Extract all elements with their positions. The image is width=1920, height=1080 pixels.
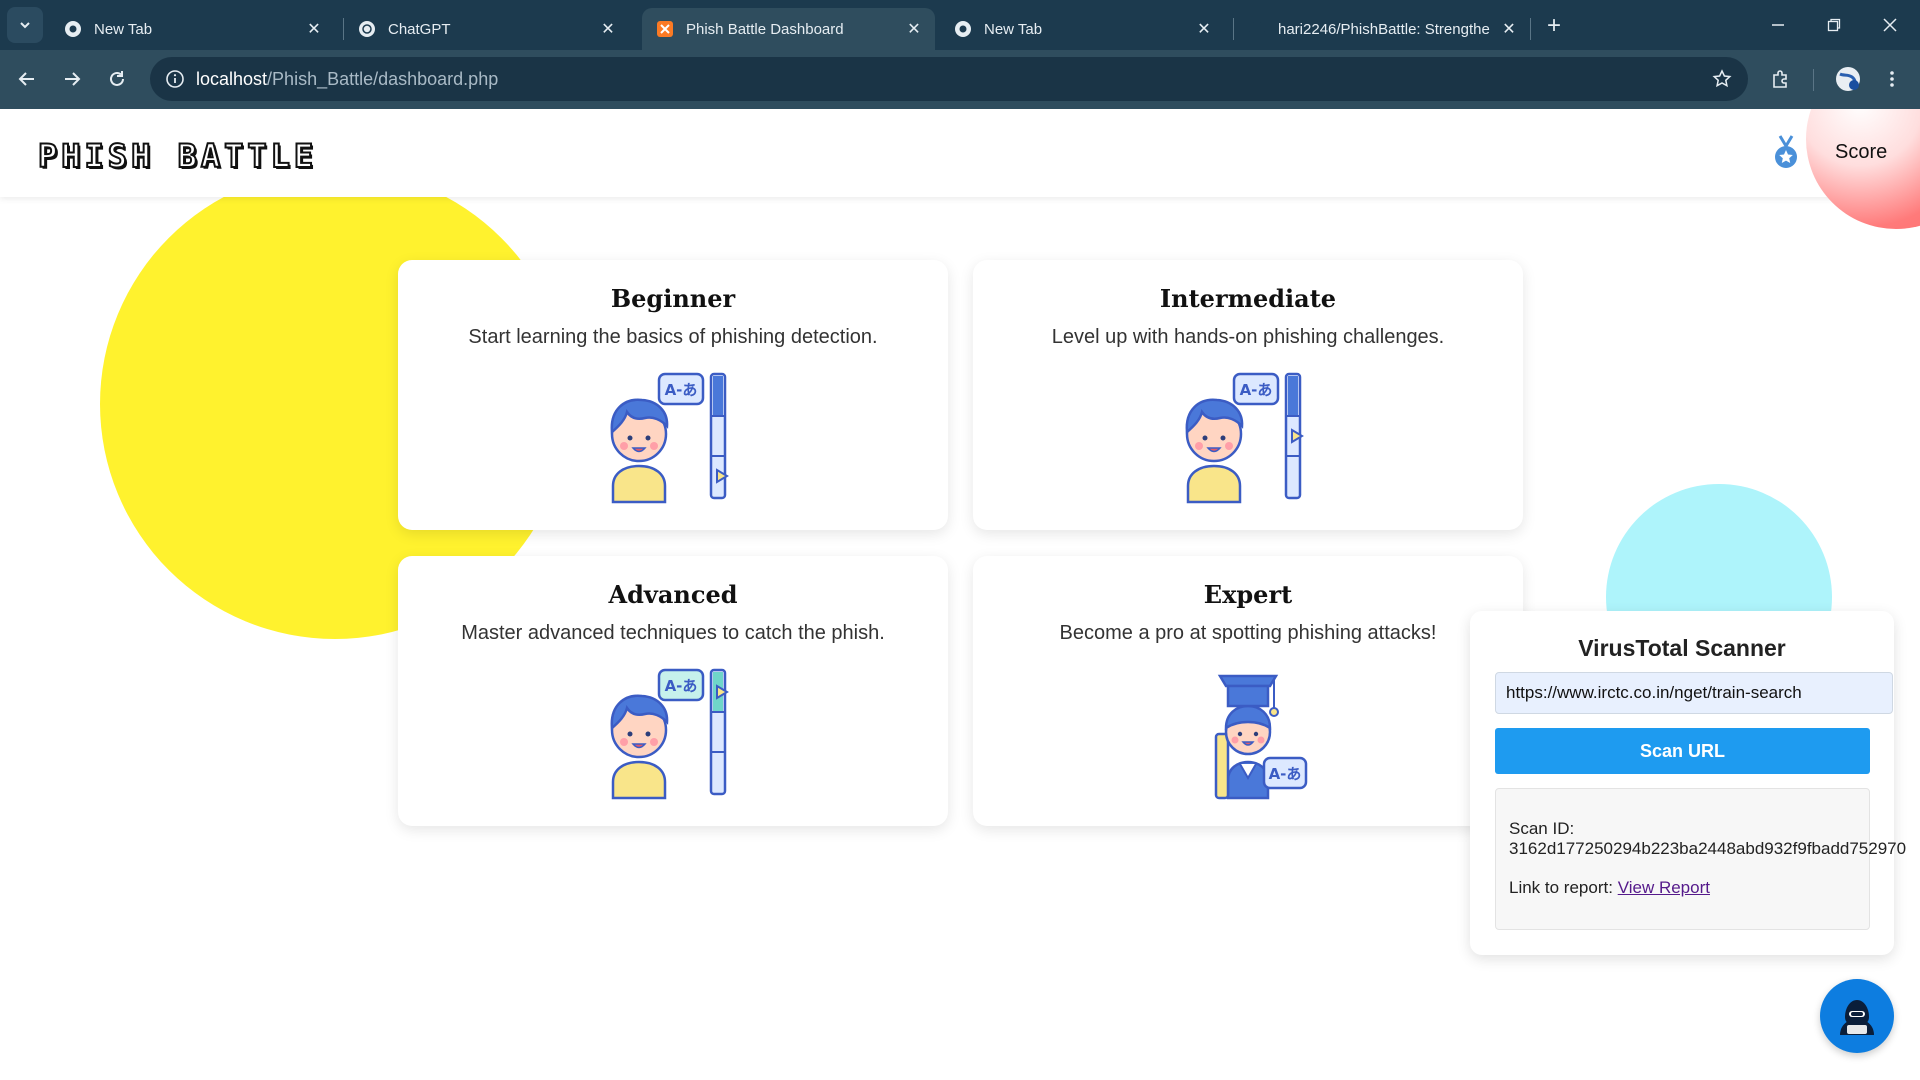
student-illustration-icon: A-あ (1185, 372, 1304, 504)
puzzle-icon (1773, 70, 1787, 88)
browser-tabstrip: New Tab ✕ ChatGPT ✕ Phish Battle Dashboa… (0, 0, 1920, 50)
xampp-icon (656, 20, 674, 38)
card-title: Advanced (608, 580, 738, 609)
github-icon (1248, 20, 1266, 38)
info-icon[interactable] (164, 68, 186, 90)
address-bar[interactable]: localhost/Phish_Battle/dashboard.php (150, 57, 1748, 101)
more-vertical-icon (1890, 71, 1894, 87)
card-description: Become a pro at spotting phishing attack… (1059, 622, 1437, 644)
browser-toolbar: localhost/Phish_Battle/dashboard.php (0, 50, 1920, 109)
url-input[interactable] (1495, 672, 1893, 714)
card-title: Expert (1203, 580, 1293, 609)
bookmark-star-icon[interactable] (1710, 67, 1734, 91)
view-report-link[interactable]: View Report (1618, 878, 1710, 897)
reload-icon (110, 71, 124, 86)
restore-icon (1827, 18, 1841, 32)
tab-title: New Tab (984, 20, 1043, 38)
level-card-beginner[interactable]: Beginner Start learning the basics of ph… (398, 260, 948, 530)
scan-id-value: 3162d177250294b223ba2448abd932f9fbadd752… (1509, 839, 1907, 858)
svg-text:A-あ: A-あ (1269, 765, 1302, 783)
forward-button[interactable] (54, 61, 90, 97)
arrow-right-icon (65, 72, 81, 86)
close-icon[interactable]: ✕ (593, 14, 623, 44)
tab-search-button[interactable] (7, 7, 43, 43)
virustotal-scanner-panel: VirusTotal Scanner Scan URL Scan ID: 316… (1470, 611, 1906, 955)
toolbar-divider (1813, 69, 1814, 91)
level-card-expert[interactable]: Expert Become a pro at spotting phishing… (973, 556, 1523, 826)
scan-url-button[interactable]: Scan URL (1495, 728, 1870, 774)
svg-text:A-あ: A-あ (1240, 381, 1273, 399)
card-description: Start learning the basics of phishing de… (468, 326, 878, 348)
level-card-advanced[interactable]: Advanced Master advanced techniques to c… (398, 556, 948, 826)
close-icon[interactable]: ✕ (899, 14, 929, 44)
site-logo[interactable]: PHISH BATTLE (37, 136, 317, 176)
level-card-intermediate[interactable]: Intermediate Level up with hands-on phis… (973, 260, 1523, 530)
site-header: PHISH BATTLE Score (0, 109, 1920, 229)
medal-icon[interactable] (1772, 135, 1800, 171)
svg-text:A-あ: A-あ (665, 677, 698, 695)
card-description: Level up with hands-on phishing challeng… (1051, 326, 1445, 348)
minimize-button[interactable] (1748, 0, 1808, 50)
decorative-red-circle (1806, 109, 1920, 229)
tab-title: New Tab (94, 20, 153, 38)
browser-tab-new-tab-1[interactable]: New Tab ✕ (50, 8, 335, 50)
reload-button[interactable] (99, 61, 135, 97)
close-window-button[interactable] (1860, 0, 1920, 50)
tab-title: ChatGPT (388, 20, 451, 38)
hacker-assistant-button[interactable] (1820, 979, 1894, 1053)
back-button[interactable] (9, 61, 45, 97)
restore-button[interactable] (1804, 0, 1864, 50)
url-text[interactable]: localhost/Phish_Battle/dashboard.php (196, 69, 498, 90)
openai-icon (358, 20, 376, 38)
scan-result-box: Scan ID: 3162d177250294b223ba2448abd932f… (1495, 788, 1906, 930)
card-title: Beginner (610, 284, 736, 313)
report-label: Link to report: (1509, 878, 1613, 897)
new-tab-button[interactable]: + (1538, 10, 1570, 42)
minimize-icon (1772, 24, 1784, 26)
card-title: Intermediate (1159, 284, 1337, 313)
chrome-icon (64, 20, 82, 38)
chrome-icon (954, 20, 972, 38)
report-line: Link to report: View Report (1509, 878, 1710, 898)
browser-menu-button[interactable] (1876, 63, 1908, 95)
scan-id-label: Scan ID: (1509, 819, 1575, 838)
close-icon[interactable]: ✕ (1494, 14, 1524, 44)
score-link[interactable]: Score (1835, 141, 1887, 164)
tab-divider (1530, 18, 1531, 40)
close-icon[interactable]: ✕ (1189, 14, 1219, 44)
arrow-left-icon (18, 72, 34, 86)
url-host: localhost (196, 69, 268, 89)
student-illustration-icon: A-あ (610, 372, 729, 504)
card-description: Master advanced techniques to catch the … (461, 622, 885, 644)
graduate-illustration-icon: A-あ (1214, 674, 1308, 800)
tab-title: hari2246/PhishBattle: Strengthe (1278, 20, 1490, 38)
browser-tab-new-tab-2[interactable]: New Tab ✕ (940, 8, 1225, 50)
extensions-button[interactable] (1765, 63, 1797, 95)
url-path: /Phish_Battle/dashboard.php (267, 69, 499, 89)
profile-avatar-button[interactable] (1832, 63, 1864, 95)
browser-tab-phish-battle-dashboard[interactable]: Phish Battle Dashboard ✕ (642, 8, 935, 50)
scanner-title: VirusTotal Scanner (1578, 635, 1786, 661)
student-illustration-icon: A-あ (610, 668, 729, 800)
close-icon[interactable]: ✕ (299, 14, 329, 44)
svg-text:A-あ: A-あ (665, 381, 698, 399)
plus-icon: + (1546, 12, 1561, 39)
tab-title: Phish Battle Dashboard (686, 20, 844, 38)
close-icon (1883, 18, 1897, 32)
browser-tab-chatgpt[interactable]: ChatGPT ✕ (344, 8, 629, 50)
avatar-icon (1836, 67, 1860, 91)
chevron-down-icon (20, 22, 30, 29)
page-content: PHISH BATTLE Score Beginner Start learni… (0, 109, 1920, 1080)
hacker-icon (1840, 1000, 1874, 1035)
browser-tab-github[interactable]: hari2246/PhishBattle: Strengthe ✕ (1234, 8, 1530, 50)
